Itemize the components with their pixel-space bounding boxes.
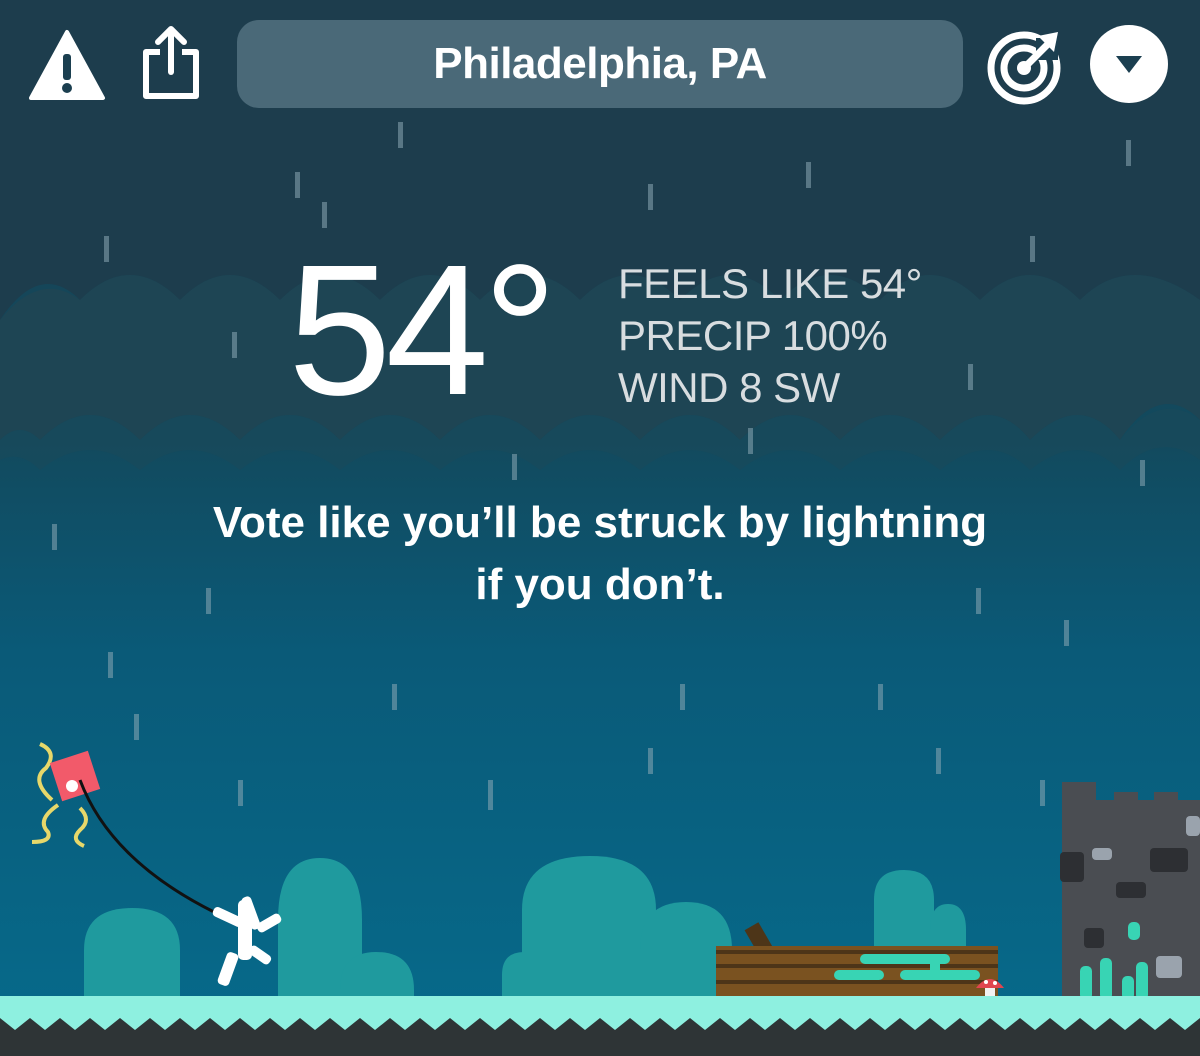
runner [212,896,282,986]
chevron-down-icon [1116,56,1142,73]
current-temperature: 54° [288,227,557,434]
precipitation: PRECIP 100% [618,312,888,359]
top-bar: Philadelphia, PA [0,0,1200,125]
kite [31,742,215,914]
weather-alert-button[interactable] [28,28,106,102]
weather-quip: Vote like you’ll be struck by lightning … [100,492,1100,616]
share-icon [143,26,199,99]
feels-like: FEELS LIKE 54° [618,260,922,307]
radar-button[interactable] [986,24,1068,106]
radar-target-icon [987,31,1061,105]
dropdown-menu-button[interactable] [1090,25,1168,103]
ground [0,996,1200,1056]
quip-line-1: Vote like you’ll be struck by lightning [212,498,988,547]
share-button[interactable] [138,24,204,100]
wind: WIND 8 SW [618,364,840,411]
warning-triangle-icon [29,30,105,100]
location-name: Philadelphia, PA [433,39,767,88]
castle-tower [1060,782,1200,1000]
quip-line-2: if you don’t. [475,560,725,609]
location-selector[interactable]: Philadelphia, PA [237,20,963,108]
weather-stats: FEELS LIKE 54° PRECIP 100% WIND 8 SW [618,258,922,414]
